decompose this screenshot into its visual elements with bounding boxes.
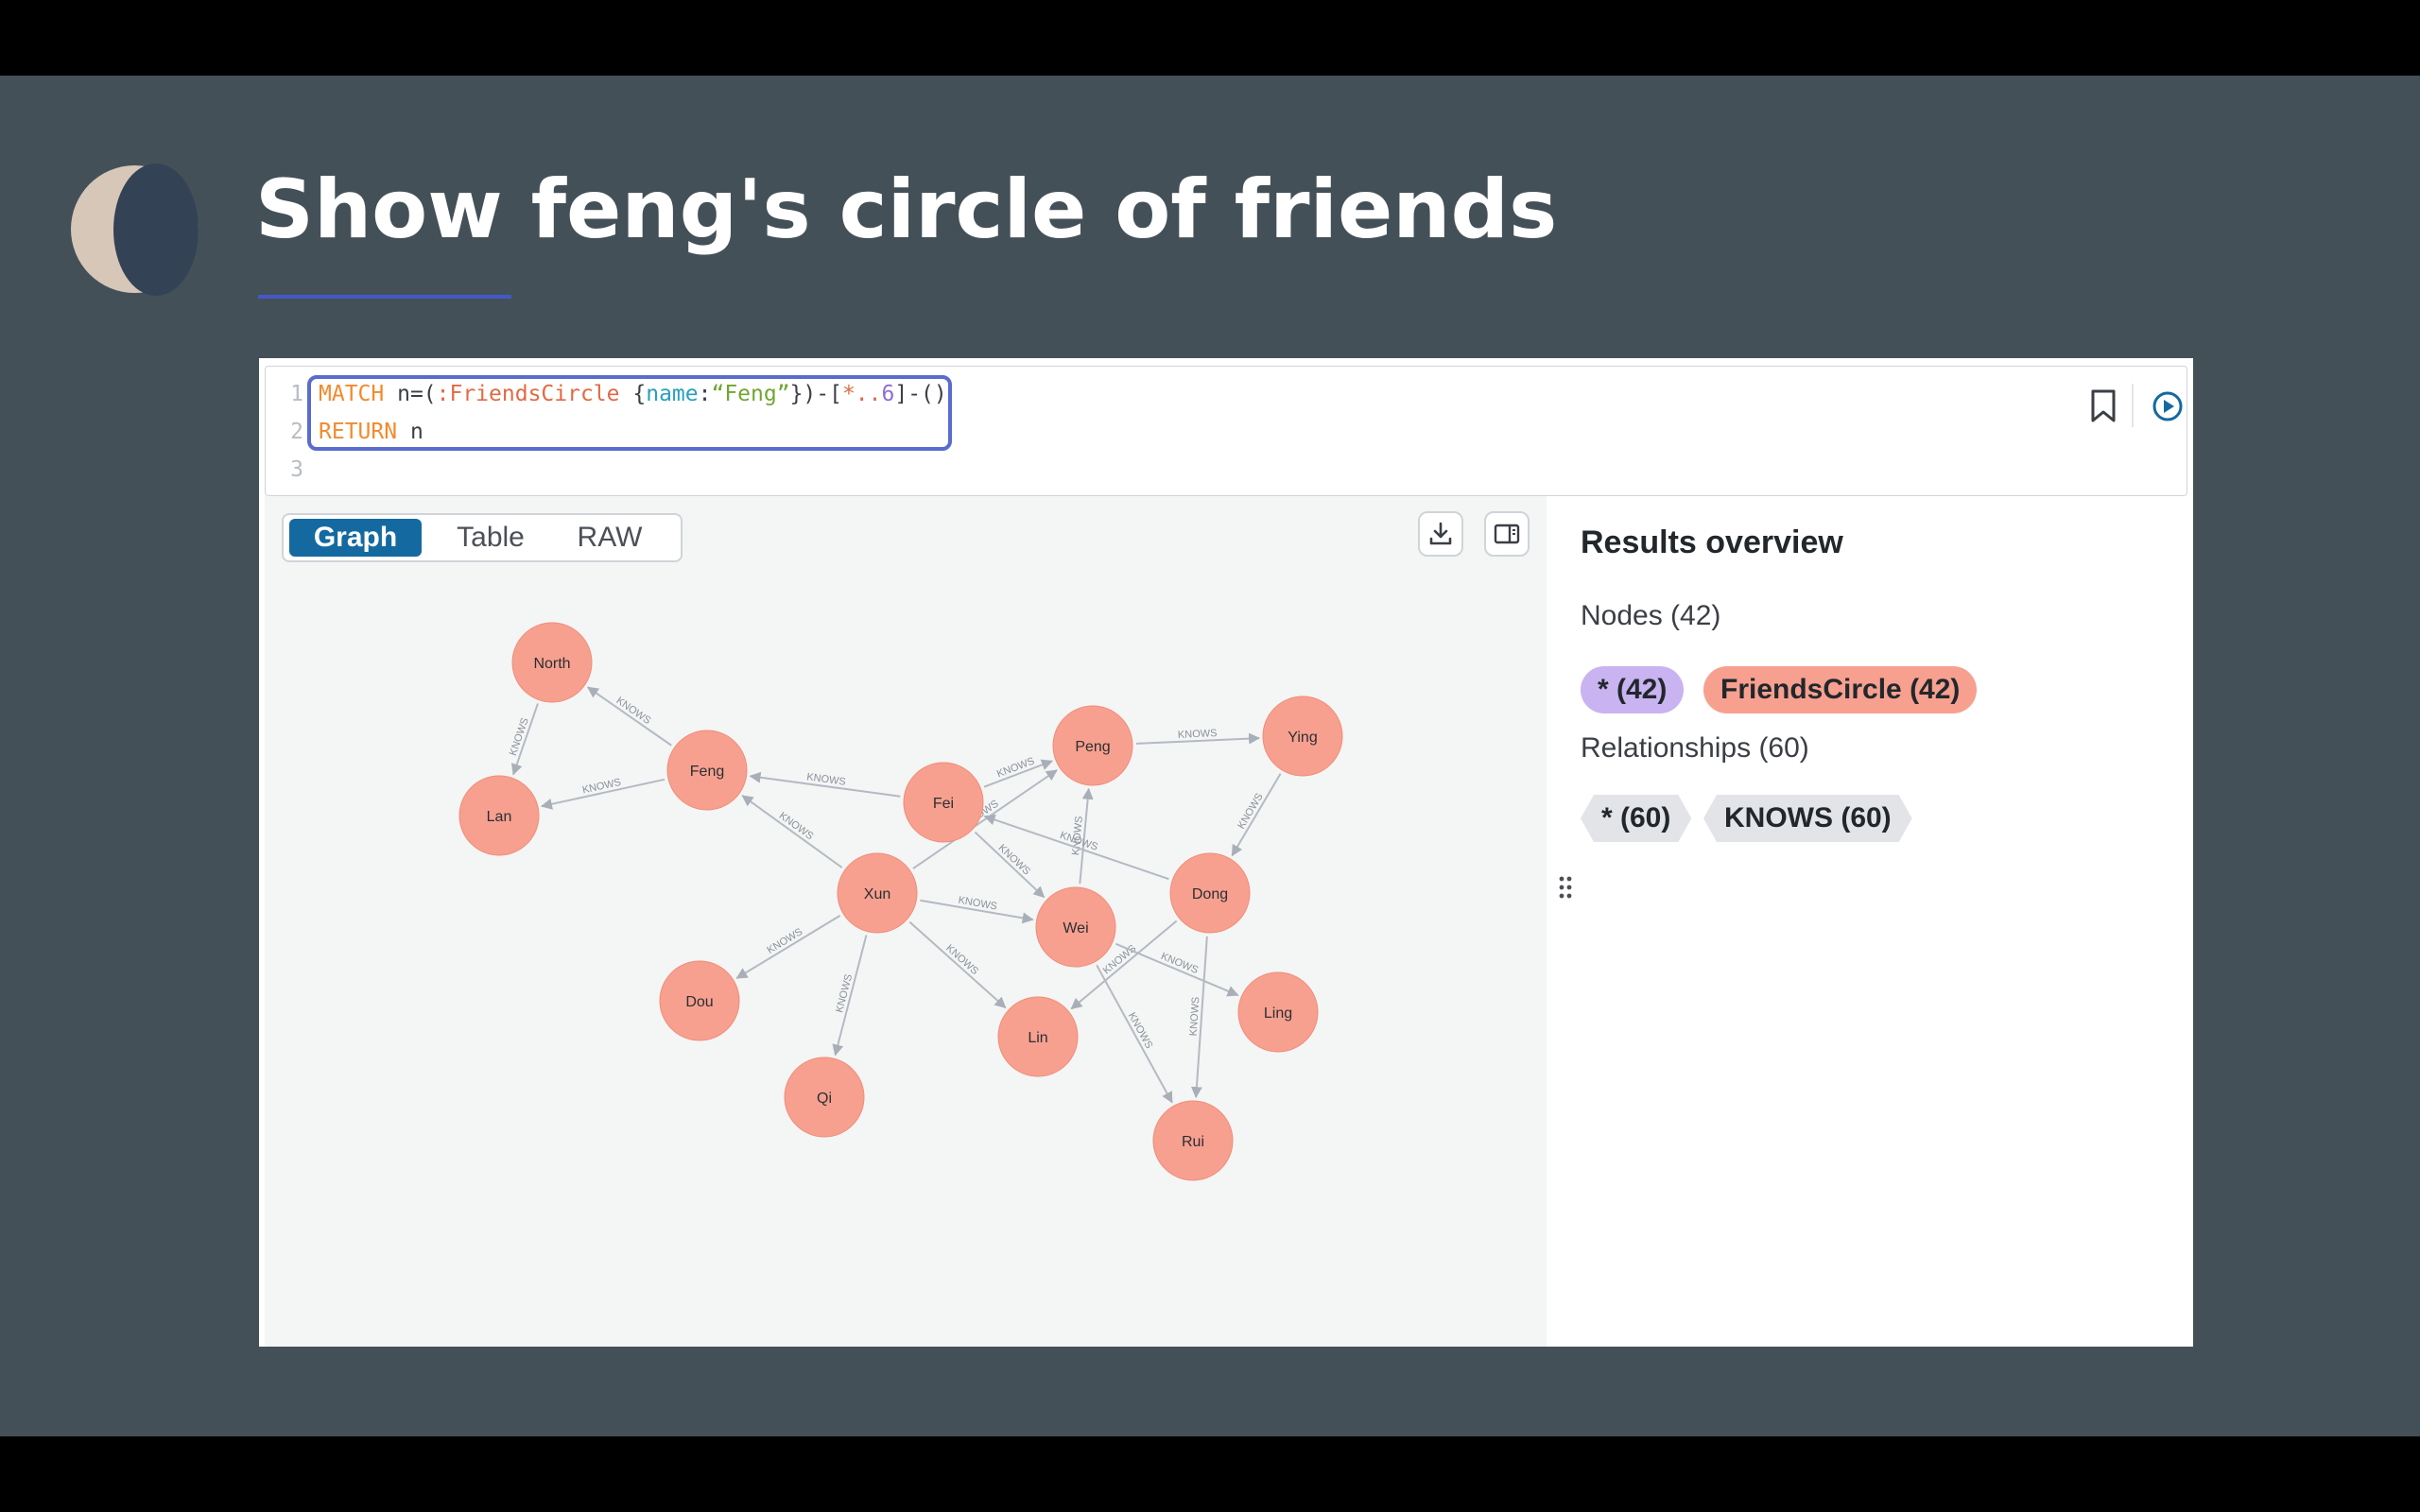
overview-title: Results overview bbox=[1581, 524, 1843, 560]
node-label: North bbox=[533, 656, 570, 672]
node-label: Ying bbox=[1288, 730, 1317, 746]
node-lan[interactable]: Lan bbox=[458, 775, 540, 856]
node-dou[interactable]: Dou bbox=[659, 960, 740, 1041]
all-nodes-pill[interactable]: * (42) bbox=[1581, 666, 1685, 713]
edge-label: KNOWS bbox=[996, 842, 1032, 877]
result-view-tabs: Graph Table RAW bbox=[282, 513, 683, 562]
node-xun[interactable]: Xun bbox=[837, 852, 918, 934]
node-label: Lan bbox=[487, 809, 512, 825]
node-lin[interactable]: Lin bbox=[997, 996, 1079, 1077]
node-label: Lin bbox=[1028, 1030, 1047, 1046]
query-editor[interactable]: 1 2 3 MATCH n=(:FriendsCircle {name:“Fen… bbox=[265, 366, 2187, 496]
node-ying[interactable]: Ying bbox=[1262, 696, 1343, 777]
edge-label: KNOWS bbox=[995, 755, 1036, 780]
node-fei[interactable]: Fei bbox=[903, 762, 984, 843]
node-peng[interactable]: Peng bbox=[1052, 705, 1133, 786]
tab-raw[interactable]: RAW bbox=[558, 519, 662, 557]
node-label: Rui bbox=[1182, 1134, 1204, 1150]
query-highlight-box bbox=[307, 375, 952, 451]
node-label: Ling bbox=[1264, 1005, 1292, 1022]
node-label: Fei bbox=[933, 796, 954, 812]
edge-feng-north[interactable] bbox=[586, 686, 672, 747]
line-number: 2 bbox=[290, 420, 303, 444]
tab-graph[interactable]: Graph bbox=[289, 519, 422, 557]
node-label: Feng bbox=[690, 764, 724, 780]
all-relationships-tag[interactable]: * (60) bbox=[1581, 795, 1691, 842]
edge-wei-rui[interactable] bbox=[1096, 964, 1173, 1104]
line-number: 3 bbox=[290, 457, 303, 482]
edge-label: KNOWS bbox=[943, 942, 980, 977]
edge-wei-ling[interactable] bbox=[1115, 942, 1239, 997]
node-rui[interactable]: Rui bbox=[1152, 1100, 1234, 1181]
tab-table[interactable]: Table bbox=[439, 519, 543, 557]
edge-xun-lin[interactable] bbox=[908, 920, 1007, 1009]
node-label: Dou bbox=[685, 994, 713, 1010]
line-number: 1 bbox=[290, 382, 303, 406]
edge-ying-dong[interactable] bbox=[1231, 773, 1282, 857]
node-label: Xun bbox=[864, 886, 890, 902]
side-panel-icon bbox=[1494, 524, 1520, 544]
node-label: Dong bbox=[1192, 886, 1228, 902]
edge-xun-dou[interactable] bbox=[735, 914, 841, 980]
bookmark-icon[interactable] bbox=[2084, 386, 2122, 427]
edge-label: KNOWS bbox=[1159, 951, 1200, 976]
neo4j-browser-frame: 1 2 3 MATCH n=(:FriendsCircle {name:“Fen… bbox=[259, 358, 2193, 1347]
knows-relationship-tag[interactable]: KNOWS (60) bbox=[1703, 795, 1912, 842]
node-feng[interactable]: Feng bbox=[666, 730, 748, 811]
node-dong[interactable]: Dong bbox=[1169, 852, 1251, 934]
toolbar-separator bbox=[2132, 384, 2134, 427]
node-ling[interactable]: Ling bbox=[1237, 971, 1319, 1053]
node-label: Wei bbox=[1063, 920, 1088, 936]
results-overview-panel: Results overview Nodes (42) * (42) Frien… bbox=[1581, 496, 2186, 1347]
nodes-count-label: Nodes (42) bbox=[1581, 600, 1721, 631]
page-title: Show feng's circle of friends bbox=[255, 163, 1558, 257]
node-north[interactable]: North bbox=[511, 622, 593, 703]
graph-canvas[interactable]: KNOWS KNOWS KNOWS KNOWS KNOWS KNOWS KNOWS KNOWS… bbox=[265, 496, 1547, 1347]
edge-xun-feng[interactable] bbox=[741, 795, 843, 868]
play-circle-icon[interactable] bbox=[2147, 386, 2188, 427]
node-label: Peng bbox=[1075, 739, 1110, 755]
edge-label: KNOWS bbox=[508, 716, 531, 757]
drag-handle-icon[interactable] bbox=[1554, 868, 1577, 906]
edge-label: KNOWS bbox=[777, 810, 816, 842]
title-underline bbox=[258, 295, 511, 299]
slide: Show feng's circle of friends 1 2 3 MATC… bbox=[0, 76, 2420, 1436]
logo-moon-dark bbox=[113, 163, 199, 296]
node-label: Qi bbox=[817, 1091, 832, 1107]
friendscircle-pill[interactable]: FriendsCircle (42) bbox=[1703, 666, 1978, 713]
node-wei[interactable]: Wei bbox=[1035, 886, 1116, 968]
graph-visualization[interactable]: KNOWS KNOWS KNOWS KNOWS KNOWS KNOWS KNOWS KNOWS… bbox=[265, 496, 1547, 1347]
relationships-count-label: Relationships (60) bbox=[1581, 732, 1809, 764]
edge-fei-wei[interactable] bbox=[974, 831, 1046, 899]
toggle-panel-button[interactable] bbox=[1484, 511, 1530, 557]
download-button[interactable] bbox=[1418, 511, 1463, 557]
node-qi[interactable]: Qi bbox=[784, 1057, 865, 1138]
edge-label: KNOWS bbox=[1178, 728, 1218, 741]
download-icon bbox=[1429, 522, 1452, 545]
edge-label: KNOWS bbox=[614, 695, 653, 727]
